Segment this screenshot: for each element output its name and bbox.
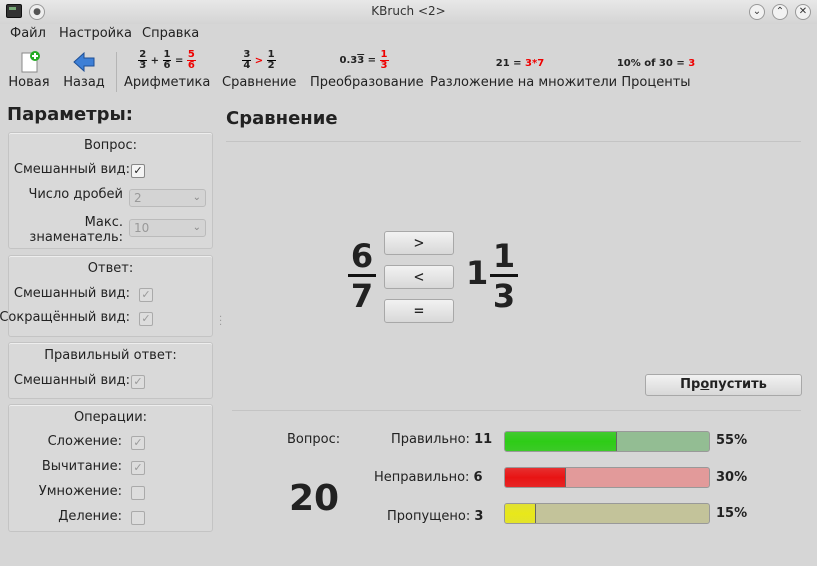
incorrect-percentage: 30% [716,470,748,485]
conversion-button[interactable]: 0.33 = 13 Преобразование [310,46,424,94]
correct-percentage: 55% [716,433,748,448]
percentage-icon: 10% of 30 = 3 [616,58,696,69]
correct-answer-mixed-checkbox[interactable]: ✓ [131,375,145,389]
question-group-title: Вопрос: [83,138,138,153]
max-denominator-label-1: Макс. [84,215,123,230]
back-arrow-icon [73,52,95,72]
fraction-count-label: Число дробей [28,187,123,202]
skipped-percentage: 15% [716,506,748,521]
right-fraction: 1 3 [490,238,518,315]
question-count: 20 [289,478,340,519]
arithmetic-label: Арифметика [124,75,211,90]
subtraction-checkbox[interactable]: ✓ [131,461,145,475]
factorization-button[interactable]: 21 = 3*7 Разложение на множители [430,46,618,94]
correct-answer-mixed-label: Смешанный вид: [13,373,130,388]
new-label: Новая [8,75,50,90]
answer-reduced-checkbox[interactable]: ✓ [139,312,153,326]
left-fraction: 6 7 [348,238,376,315]
incorrect-progress-bar [504,467,710,488]
maximize-button[interactable]: ⌃ [772,4,788,20]
percentage-button[interactable]: 10% of 30 = 3 Проценты [616,46,696,94]
correct-stat-label: Правильно: 11 [391,432,493,447]
addition-label: Сложение: [47,434,122,449]
skipped-stat-label: Пропущено: 3 [387,509,484,524]
left-denominator: 7 [350,277,374,315]
back-label: Назад [63,75,105,90]
panel-splitter-handle[interactable]: · · · [219,313,222,331]
correct-progress-fill [505,432,618,451]
back-button[interactable]: Назад [62,46,106,94]
toolbar: Новая Назад 23 + 16 = 56 Арифметика 34 >… [0,46,817,96]
arithmetic-button[interactable]: 23 + 16 = 56 Арифметика [124,46,210,94]
right-whole-part: 1 [466,254,489,292]
skipped-progress-fill [505,504,536,523]
answer-mixed-label: Смешанный вид: [13,286,130,301]
multiplication-label: Умножение: [38,484,122,499]
comparison-icon: 34 > 12 [242,49,276,71]
exercise-title: Сравнение [226,108,338,129]
question-mixed-checkbox[interactable]: ✓ [131,164,145,178]
stats-divider [232,410,801,411]
answer-reduced-label: Сокращённый вид: [0,310,130,325]
new-document-icon [21,51,40,73]
menu-help[interactable]: Справка [142,26,199,41]
answer-group: Ответ: Смешанный вид: ✓ Сокращённый вид:… [0,255,213,337]
greater-button[interactable]: > [384,231,454,255]
fraction-count-combo[interactable]: 2 ⌄ [129,189,206,207]
conversion-icon: 0.33 = 13 [339,49,389,71]
comparison-button[interactable]: 34 > 12 Сравнение [222,46,296,94]
question-group: Вопрос: Смешанный вид: ✓ Число дробей 2 ⌄… [8,132,213,249]
division-label: Деление: [58,509,122,524]
incorrect-stat-label: Неправильно: 6 [374,470,483,485]
title-bar: ● KBruch <2> ⌄ ⌃ ✕ [0,0,817,24]
left-numerator: 6 [348,238,376,277]
max-denominator-label-2: знаменатель: [29,230,123,245]
comparison-label: Сравнение [222,75,297,90]
division-checkbox[interactable] [131,511,145,525]
conversion-label: Преобразование [310,75,424,90]
correct-progress-bar [504,431,710,452]
incorrect-progress-fill [505,468,567,487]
skipped-progress-bar [504,503,710,524]
menu-settings[interactable]: Настройка [59,26,132,41]
max-denominator-combo[interactable]: 10 ⌄ [129,219,206,237]
answer-mixed-checkbox[interactable]: ✓ [139,288,153,302]
title-divider [226,141,801,142]
operations-group: Операции: Сложение: ✓ Вычитание: ✓ Умнож… [8,404,213,532]
question-stat-label: Вопрос: [287,432,341,447]
toolbar-separator [116,52,117,92]
params-title: Параметры: [7,104,133,125]
correct-answer-group-title: Правильный ответ: [44,348,177,363]
skip-button[interactable]: Пропустить [645,374,802,396]
window-title: KBruch <2> [371,4,446,18]
right-numerator: 1 [490,238,518,277]
answer-group-title: Ответ: [87,261,134,276]
menu-file[interactable]: Файл [10,26,46,41]
right-denominator: 3 [492,277,516,315]
factorization-label: Разложение на множители [430,75,618,90]
operations-group-title: Операции: [73,410,148,425]
subtraction-label: Вычитание: [41,459,122,474]
addition-checkbox[interactable]: ✓ [131,436,145,450]
arithmetic-icon: 23 + 16 = 56 [138,49,196,71]
minimize-button[interactable]: ⌄ [749,4,765,20]
new-button[interactable]: Новая [6,46,52,94]
factorization-icon: 21 = 3*7 [495,58,545,69]
correct-answer-group: Правильный ответ: Смешанный вид: ✓ [8,342,213,399]
percentage-label: Проценты [621,75,691,90]
less-button[interactable]: < [384,265,454,289]
equal-button[interactable]: = [384,299,454,323]
multiplication-checkbox[interactable] [131,486,145,500]
close-button[interactable]: ✕ [795,4,811,20]
menu-bar: Файл Настройка Справка [0,24,817,44]
question-mixed-label: Смешанный вид: [13,162,130,177]
